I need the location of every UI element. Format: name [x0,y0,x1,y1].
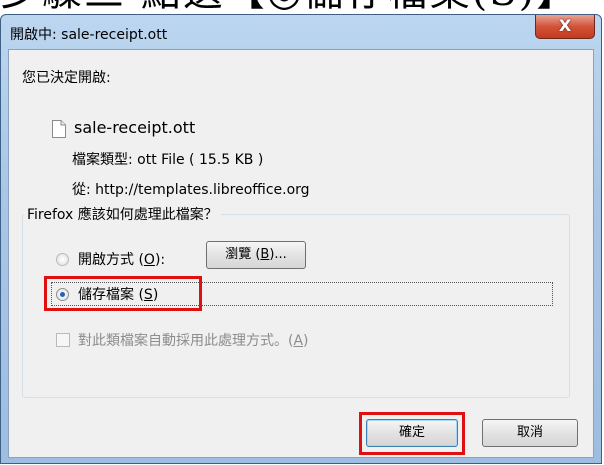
open-with-radio[interactable] [56,253,69,266]
browse-button[interactable]: 瀏覽 (B)... [206,241,306,269]
title-bar[interactable]: 開啟中: sale-receipt.ott X [1,15,601,49]
browse-accel: B [260,247,270,262]
source-url: http://templates.libreoffice.org [95,182,310,198]
file-name: sale-receipt.ott [74,118,196,137]
file-icon [52,120,66,138]
cancel-button[interactable]: 取消 [482,419,578,447]
file-type-row: 檔案類型: ott File ( 15.5 KB ) [72,149,263,169]
auto-action-checkbox[interactable] [56,333,70,347]
intro-text: 您已決定開啟: [22,70,111,86]
dialog-body: 您已決定開啟: sale-receipt.ott 檔案類型: ott File … [8,49,594,458]
auto-action-label[interactable]: 對此類檔案自動採用此處理方式。(A) [78,330,309,350]
save-file-highlight [44,276,202,311]
open-with-text: 開啟方式 ( [78,252,144,268]
file-type-value: ott File ( 15.5 KB ) [137,152,264,168]
source-row: 從: http://templates.libreoffice.org [72,179,310,199]
browse-suffix: )... [269,247,287,262]
open-with-label[interactable]: 開啟方式 (O): [78,249,165,269]
handling-question: Firefox 應該如何處理此檔案？ [24,204,221,224]
open-with-accel: O [143,252,155,268]
source-label: 從: [72,182,91,198]
open-with-suffix: ): [154,252,166,268]
open-file-dialog: 開啟中: sale-receipt.ott X 您已決定開啟: sale-rec… [0,14,602,464]
file-type-label: 檔案類型: [72,152,133,168]
auto-action-suffix: ) [303,333,309,349]
browse-text: 瀏覽 ( [225,247,261,262]
ok-button-highlight [359,412,465,455]
auto-action-text: 對此類檔案自動採用此處理方式。( [78,333,294,349]
close-button[interactable]: X [535,15,595,39]
close-icon: X [558,16,572,35]
window-title: 開啟中: sale-receipt.ott [10,27,168,43]
instruction-banner: 步驟三 點選【◎儲存檔案(S)】→【確定】 [0,0,604,14]
auto-action-accel: A [293,333,304,349]
